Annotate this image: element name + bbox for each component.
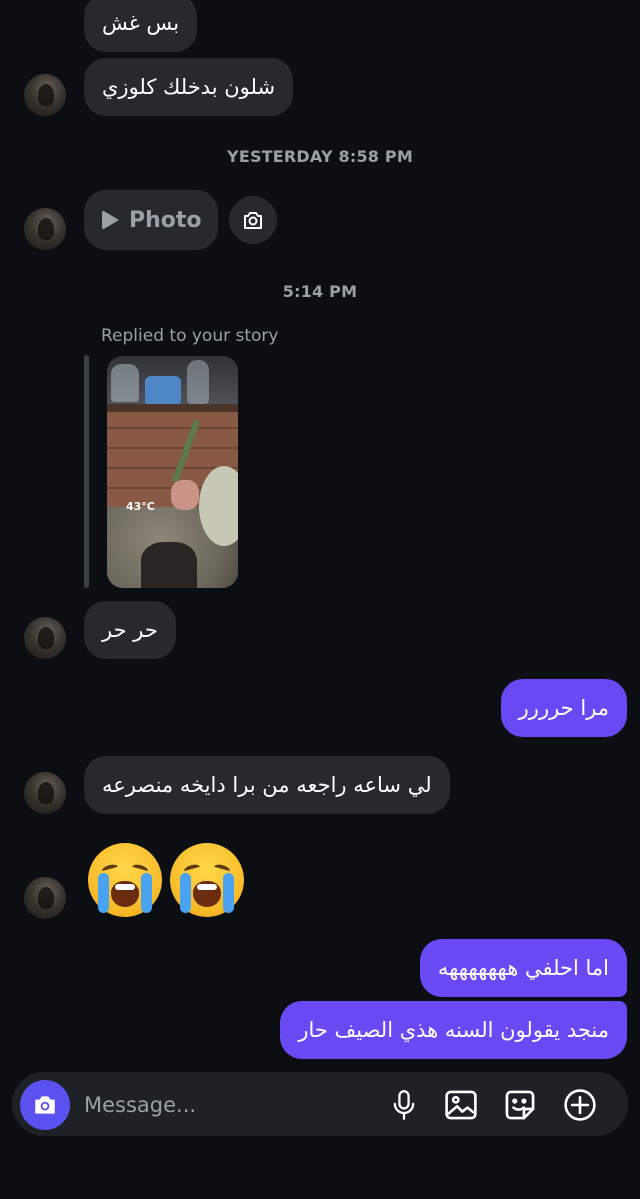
sender-avatar[interactable] <box>24 617 66 659</box>
gallery-icon <box>445 1090 477 1120</box>
microphone-button[interactable] <box>384 1085 424 1125</box>
crying-emoji[interactable] <box>170 843 244 917</box>
incoming-message[interactable]: بس غش <box>84 0 198 52</box>
story-thumbnail[interactable]: 43°C <box>107 356 238 588</box>
crying-emoji[interactable] <box>88 843 162 917</box>
reply-indicator-bar <box>84 355 89 588</box>
incoming-message[interactable]: شلون بدخلك كلوزي <box>84 58 294 116</box>
view-once-photo-button[interactable]: Photo <box>84 190 218 250</box>
camera-icon <box>35 1096 55 1114</box>
timestamp: YESTERDAY 8:58 PM <box>227 147 413 166</box>
camera-icon <box>244 212 262 229</box>
sender-avatar[interactable] <box>24 208 66 250</box>
camera-button[interactable] <box>20 1080 70 1130</box>
photo-label: Photo <box>129 207 202 233</box>
sticker-button[interactable] <box>500 1085 540 1125</box>
play-icon <box>102 210 119 230</box>
message-input[interactable] <box>84 1088 364 1122</box>
outgoing-message[interactable]: اما احلفي هههههههه <box>419 939 627 997</box>
incoming-message[interactable]: لي ساعه راجعه من برا دايخه منصرعه <box>84 756 450 814</box>
sender-avatar[interactable] <box>24 74 66 116</box>
incoming-message[interactable]: حر حر <box>84 601 176 659</box>
more-button[interactable] <box>560 1085 600 1125</box>
microphone-icon <box>393 1090 415 1120</box>
sticker-icon <box>505 1090 535 1120</box>
outgoing-message[interactable]: مرا حرررر <box>500 679 627 737</box>
gallery-button[interactable] <box>441 1085 481 1125</box>
temperature-sticker: 43°C <box>126 500 155 513</box>
plus-icon <box>564 1089 596 1121</box>
reply-camera-button[interactable] <box>229 196 277 244</box>
sender-avatar[interactable] <box>24 877 66 919</box>
sender-avatar[interactable] <box>24 772 66 814</box>
outgoing-message[interactable]: منجد يقولون السنه هذي الصيف حار <box>280 1001 627 1059</box>
story-reply-label: Replied to your story <box>101 326 279 346</box>
timestamp: 5:14 PM <box>282 282 358 301</box>
